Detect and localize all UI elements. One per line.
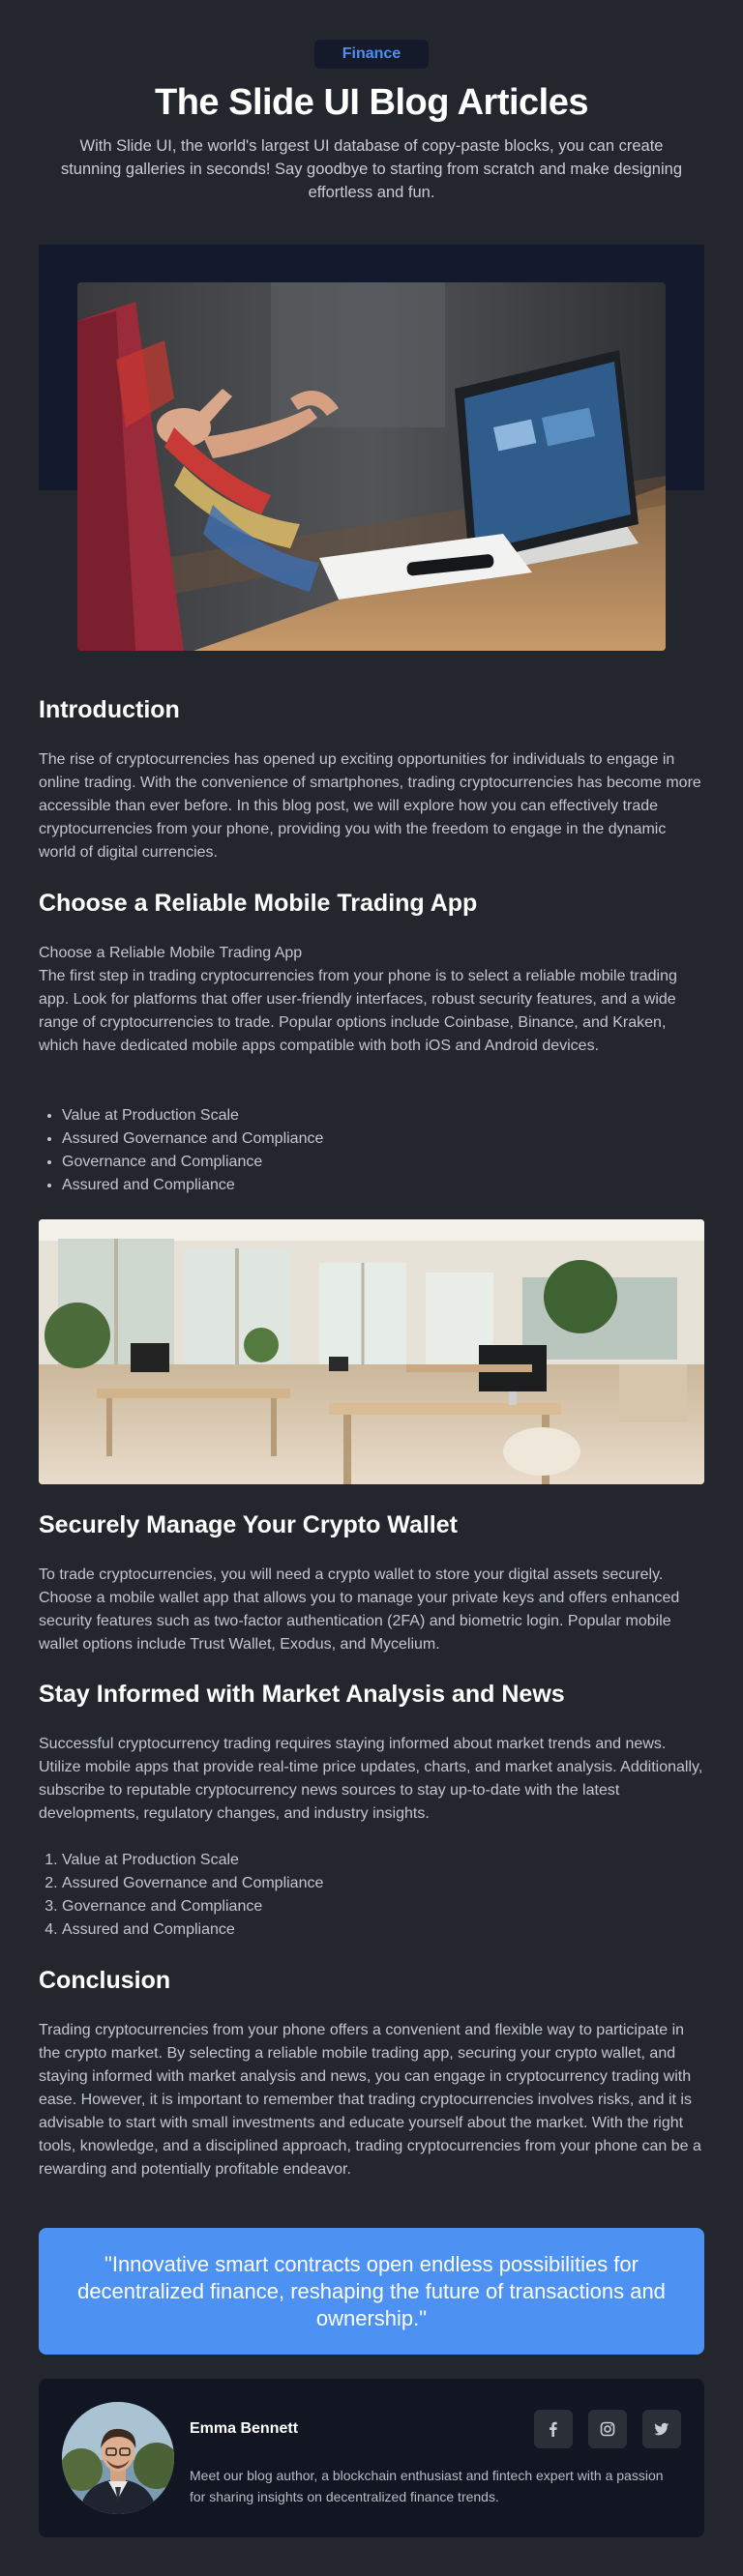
section-heading-market-analysis: Stay Informed with Market Analysis and N… [39,1681,565,1708]
instagram-icon [600,2421,615,2437]
list-item: Assured Governance and Compliance [62,1872,720,1895]
trading-app-subheading: Choose a Reliable Mobile Trading App [39,945,303,961]
list-item: Governance and Compliance [62,1151,720,1174]
list-item: Governance and Compliance [62,1895,720,1918]
quote-text: "Innovative smart contracts open endless… [77,2251,666,2330]
list-item: Assured and Compliance [62,1918,720,1942]
twitter-button[interactable] [642,2410,681,2448]
category-badge[interactable]: Finance [314,40,429,69]
avatar [62,2402,174,2514]
pull-quote: "Innovative smart contracts open endless… [39,2228,704,2355]
section-heading-trading-app: Choose a Reliable Mobile Trading App [39,890,478,917]
market-analysis-text: Successful cryptocurrency trading requir… [39,1736,703,1822]
page-subtitle: With Slide UI, the world's largest UI da… [60,137,683,201]
list-item: Assured Governance and Compliance [62,1127,720,1151]
feature-numbered-list: Value at Production Scale Assured Govern… [39,1849,720,1942]
conclusion-text: Trading cryptocurrencies from your phone… [39,2022,701,2178]
crypto-wallet-text: To trade cryptocurrencies, you will need… [39,1566,680,1653]
list-item: Value at Production Scale [62,1849,720,1872]
hero-image [77,282,666,651]
section-heading-crypto-wallet: Securely Manage Your Crypto Wallet [39,1511,458,1538]
instagram-button[interactable] [588,2410,627,2448]
author-name: Emma Bennett [190,2420,299,2437]
feature-bullet-list: Value at Production Scale Assured Govern… [39,1104,720,1197]
twitter-icon [654,2422,669,2436]
trading-app-text: The first step in trading cryptocurrenci… [39,968,677,1054]
author-card: Emma Bennett Meet our blog author, a blo… [39,2379,704,2537]
introduction-text: The rise of cryptocurrencies has opened … [39,751,701,861]
office-image [39,1219,704,1484]
blog-article-page: Finance The Slide UI Blog Articles With … [0,0,743,2576]
facebook-button[interactable] [534,2410,573,2448]
section-heading-introduction: Introduction [39,696,180,723]
list-item: Assured and Compliance [62,1174,720,1197]
list-item: Value at Production Scale [62,1104,720,1127]
author-bio: Meet our blog author, a blockchain enthu… [190,2468,664,2504]
section-heading-conclusion: Conclusion [39,1967,171,1994]
facebook-icon [550,2421,557,2437]
page-title: The Slide UI Blog Articles [154,82,589,123]
